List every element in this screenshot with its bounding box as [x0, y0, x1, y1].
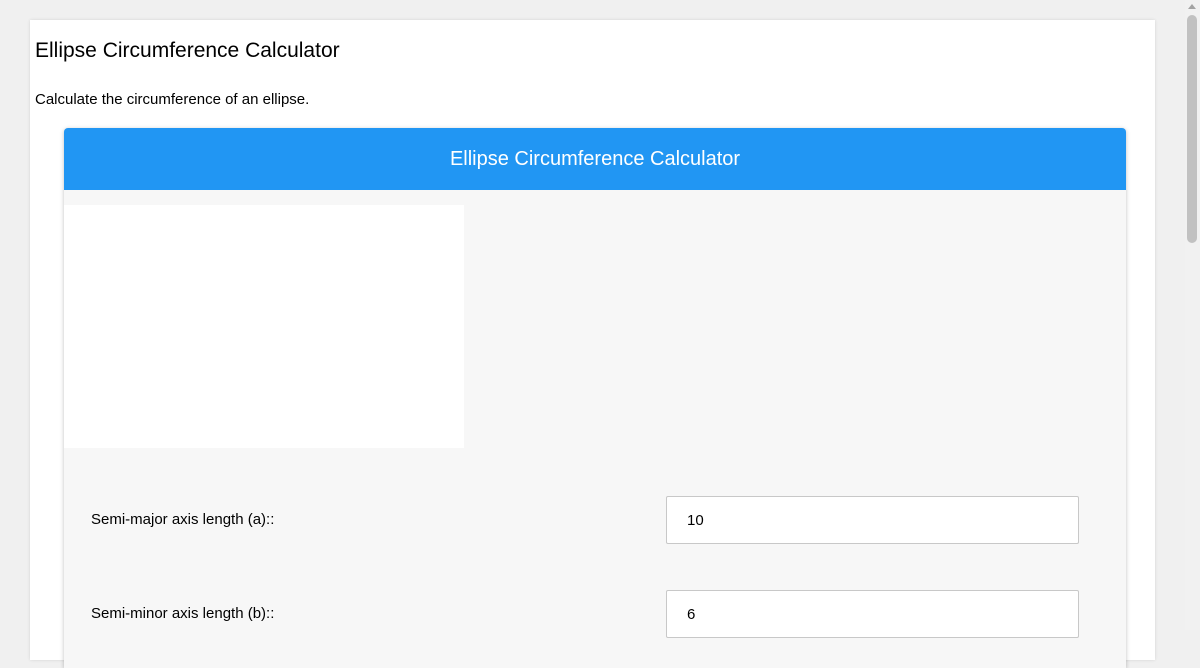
- semi-major-axis-label: Semi-major axis length (a)::: [91, 511, 275, 528]
- semi-minor-axis-label: Semi-minor axis length (b)::: [91, 605, 275, 622]
- calculator-header: Ellipse Circumference Calculator: [64, 128, 1126, 190]
- ad-placeholder: [64, 205, 464, 448]
- semi-minor-axis-input[interactable]: [666, 590, 1079, 638]
- scroll-up-arrow-icon[interactable]: [1188, 4, 1196, 9]
- scrollbar-thumb[interactable]: [1187, 15, 1197, 243]
- page-title: Ellipse Circumference Calculator: [35, 39, 340, 62]
- calculator-card: Ellipse Circumference Calculator Semi-ma…: [64, 128, 1126, 668]
- vertical-scrollbar[interactable]: [1185, 0, 1200, 630]
- page-description: Calculate the circumference of an ellips…: [35, 91, 310, 108]
- semi-major-axis-input[interactable]: [666, 496, 1079, 544]
- page-container: Ellipse Circumference Calculator Calcula…: [30, 20, 1155, 668]
